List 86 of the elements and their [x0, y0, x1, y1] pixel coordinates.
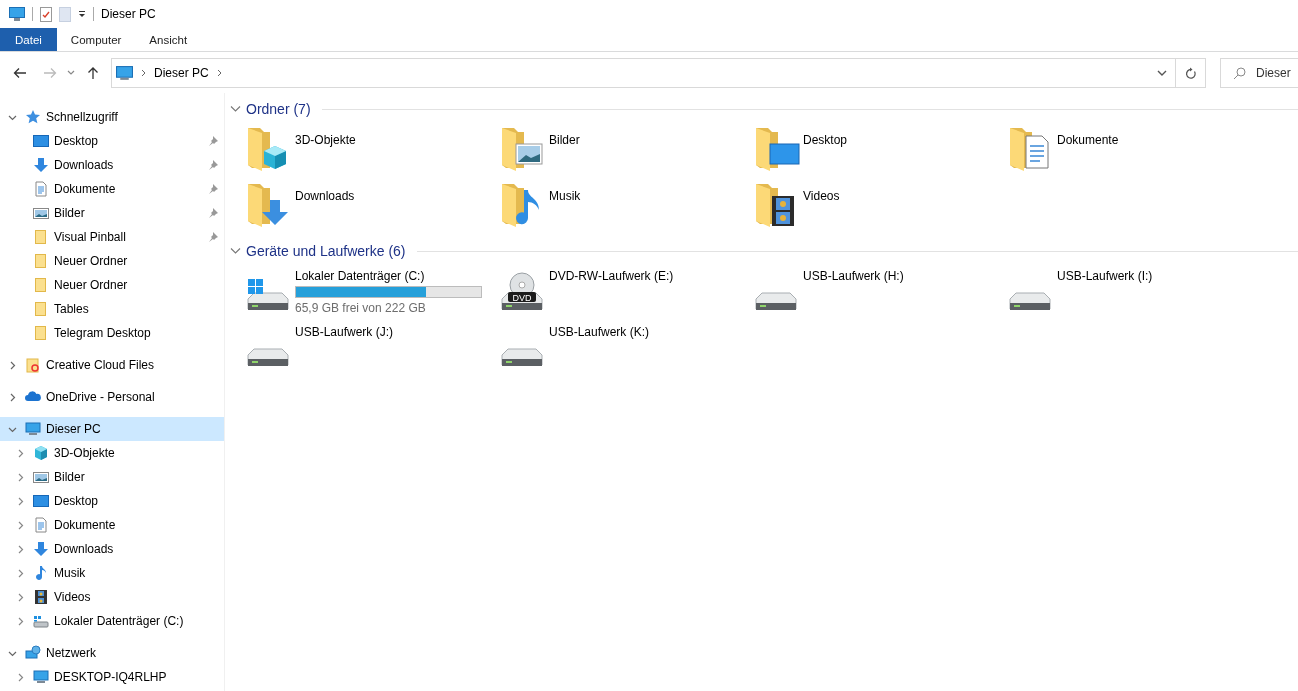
- nav-item[interactable]: Musik: [0, 561, 224, 585]
- item-label[interactable]: Lokaler Datenträger (C:): [295, 269, 482, 283]
- free-space-text: 65,9 GB frei von 222 GB: [295, 301, 427, 315]
- pin-icon[interactable]: [208, 160, 218, 170]
- refresh-icon: [1184, 66, 1197, 80]
- cube-icon: [33, 445, 49, 461]
- cloud-folder-icon: [25, 357, 41, 373]
- nav-item[interactable]: Schnellzugriff: [0, 105, 224, 129]
- item-label[interactable]: USB-Laufwerk (H:): [803, 269, 904, 283]
- nav-item[interactable]: Creative Cloud Files: [0, 353, 224, 377]
- chevron-icon[interactable]: [230, 105, 241, 113]
- nav-item[interactable]: Tables: [0, 297, 224, 321]
- download-icon: [33, 157, 49, 173]
- nav-item[interactable]: Downloads: [0, 537, 224, 561]
- chevron-icon[interactable]: [230, 247, 241, 255]
- item-label[interactable]: Dokumente: [1057, 133, 1119, 147]
- nav-item[interactable]: Videos: [0, 585, 224, 609]
- chevron-icon[interactable]: [216, 69, 222, 77]
- item-label[interactable]: DVD-RW-Laufwerk (E:): [549, 269, 674, 283]
- refresh-button[interactable]: [1176, 58, 1206, 88]
- item-label[interactable]: USB-Laufwerk (J:): [295, 325, 394, 339]
- nav-item[interactable]: DESKTOP-IQ4RLHP: [0, 665, 224, 689]
- recent-caret-icon[interactable]: [67, 70, 75, 76]
- up-icon[interactable]: [87, 66, 99, 80]
- search-field[interactable]: Dieser: [1220, 58, 1298, 88]
- picture-icon: [33, 469, 49, 485]
- nav-item[interactable]: Neuer Ordner: [0, 249, 224, 273]
- item-label[interactable]: Bilder: [549, 133, 580, 147]
- nav-item[interactable]: Bilder: [0, 201, 224, 225]
- properties-icon[interactable]: [40, 6, 52, 22]
- dropdown-icon[interactable]: [1157, 69, 1167, 77]
- item-label[interactable]: 3D-Objekte: [295, 133, 356, 147]
- nav-item[interactable]: Lokaler Datenträger (C:): [0, 609, 224, 633]
- nav-item[interactable]: Bilder: [0, 465, 224, 489]
- nav-item[interactable]: Visual Pinball: [0, 225, 224, 249]
- computer-icon[interactable]: [9, 7, 25, 21]
- ribbon-tab[interactable]: Datei: [0, 28, 57, 51]
- item-label[interactable]: Videos: [803, 189, 840, 203]
- item-label[interactable]: USB-Laufwerk (K:): [549, 325, 650, 339]
- desktop-icon: [33, 133, 49, 149]
- music-note-icon: [33, 565, 49, 581]
- item-label[interactable]: USB-Laufwerk (I:): [1057, 269, 1153, 283]
- pin-icon[interactable]: [208, 136, 218, 146]
- film-icon: [33, 589, 49, 605]
- network-icon: [25, 645, 41, 661]
- folder-icon: [33, 229, 49, 245]
- item-label[interactable]: Musik: [549, 189, 581, 203]
- section-title[interactable]: Geräte und Laufwerke (6): [246, 243, 406, 259]
- nav-item[interactable]: Desktop: [0, 129, 224, 153]
- folder-icon: [33, 301, 49, 317]
- download-icon: [33, 541, 49, 557]
- nav-item[interactable]: Dokumente: [0, 513, 224, 537]
- document-icon: [33, 181, 49, 197]
- folder-icon: [33, 253, 49, 269]
- nav-item[interactable]: 3D-Objekte: [0, 441, 224, 465]
- nav-item[interactable]: Downloads: [0, 153, 224, 177]
- star-icon: [25, 109, 41, 125]
- computer-icon: [33, 669, 49, 685]
- nav-item[interactable]: Dokumente: [0, 177, 224, 201]
- search-icon: [1233, 67, 1246, 80]
- chevron-icon[interactable]: [141, 69, 146, 77]
- document-icon: [33, 517, 49, 533]
- pin-icon[interactable]: [208, 232, 218, 242]
- address-field[interactable]: Dieser PC: [111, 58, 1176, 88]
- folder-icon: [33, 325, 49, 341]
- folder-icon: [33, 277, 49, 293]
- nav-item[interactable]: Desktop: [0, 489, 224, 513]
- dropdown-icon[interactable]: [78, 10, 86, 18]
- back-icon[interactable]: [13, 67, 27, 79]
- computer-icon: [116, 65, 133, 81]
- breadcrumb[interactable]: Dieser PC: [154, 66, 209, 80]
- desktop-icon: [33, 493, 49, 509]
- nav-item[interactable]: OneDrive - Personal: [0, 385, 224, 409]
- computer-icon: [25, 421, 41, 437]
- picture-icon: [33, 205, 49, 221]
- window-title: Dieser PC: [101, 7, 156, 21]
- drive-icon: [33, 613, 49, 629]
- nav-item[interactable]: Telegram Desktop: [0, 321, 224, 345]
- item-label[interactable]: Downloads: [295, 189, 355, 203]
- nav-item[interactable]: Dieser PC: [0, 417, 224, 441]
- nav-item[interactable]: Netzwerk: [0, 641, 224, 665]
- nav-item[interactable]: Neuer Ordner: [0, 273, 224, 297]
- pin-icon[interactable]: [208, 208, 218, 218]
- pin-icon[interactable]: [208, 184, 218, 194]
- section-title[interactable]: Ordner (7): [246, 101, 311, 117]
- item-label[interactable]: Desktop: [803, 133, 848, 147]
